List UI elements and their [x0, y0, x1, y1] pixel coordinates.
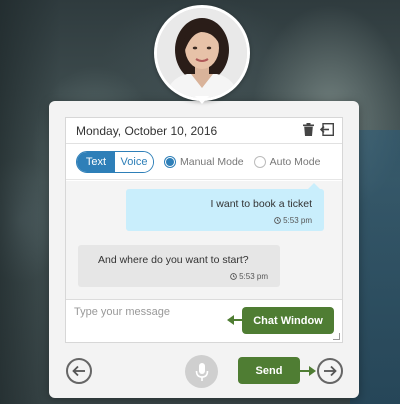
arrow-left-icon [72, 365, 85, 377]
message-text: And where do you want to start? [98, 254, 249, 266]
message-time: 5:53 pm [283, 216, 312, 225]
auto-mode-radio-dot[interactable] [253, 155, 266, 168]
message-incoming: And where do you want to start? 5:53 pm [78, 245, 280, 287]
mode-bar: Text Voice Manual Mode Auto Mode [66, 144, 342, 180]
text-voice-toggle: Text Voice [76, 150, 154, 173]
clock-icon [274, 217, 281, 224]
avatar-pointer [195, 96, 209, 104]
conversation-date: Monday, October 10, 2016 [76, 123, 218, 138]
send-arrow-head [309, 366, 316, 376]
agent-avatar [154, 5, 250, 101]
message-timestamp: 5:53 pm [138, 216, 312, 225]
microphone-button[interactable] [185, 355, 218, 388]
chat-window-callout: Chat Window [242, 307, 334, 334]
message-timestamp: 5:53 pm [98, 272, 268, 281]
send-callout: Send [238, 357, 300, 384]
message-list: I want to book a ticket 5:53 pm And wher… [66, 181, 342, 299]
exit-icon[interactable] [319, 122, 335, 139]
message-text: I want to book a ticket [210, 198, 312, 210]
toggle-voice[interactable]: Voice [115, 151, 153, 172]
clock-icon [230, 273, 237, 280]
back-button[interactable] [66, 358, 92, 384]
message-time: 5:53 pm [239, 272, 268, 281]
manual-mode-radio-dot[interactable] [164, 155, 176, 168]
agent-avatar-image [157, 8, 247, 98]
manual-mode-label: Manual Mode [180, 155, 244, 168]
auto-mode-label: Auto Mode [269, 155, 321, 168]
toggle-text[interactable]: Text [77, 151, 115, 172]
microphone-icon [195, 362, 208, 381]
auto-mode-radio[interactable]: Auto Mode [253, 155, 321, 168]
message-outgoing: I want to book a ticket 5:53 pm [126, 183, 324, 231]
arrow-right-icon [324, 365, 337, 377]
resize-handle[interactable] [333, 333, 340, 340]
send-button[interactable] [317, 358, 343, 384]
date-bar: Monday, October 10, 2016 [66, 118, 342, 144]
trash-icon[interactable] [303, 122, 314, 139]
manual-mode-radio[interactable]: Manual Mode [164, 155, 244, 168]
